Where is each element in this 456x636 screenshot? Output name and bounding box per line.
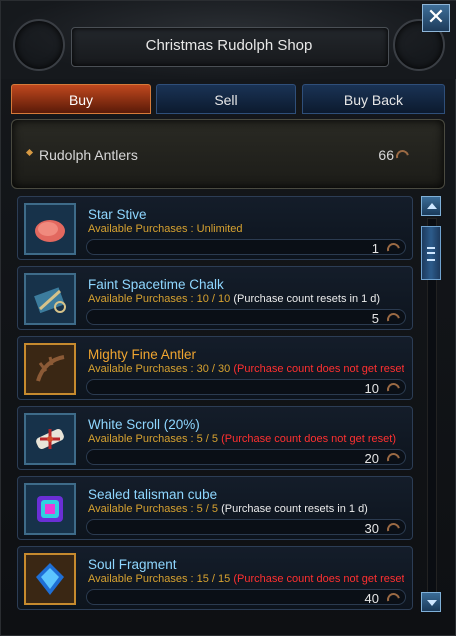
title-bar: Christmas Rudolph Shop ✕ — [1, 1, 456, 79]
item-name: Mighty Fine Antler — [88, 347, 197, 362]
price-bar: 30 — [86, 519, 406, 536]
item-price: 10 — [364, 381, 379, 396]
item-availability: Available Purchases : 15 / 15 (Purchase … — [88, 573, 404, 585]
scroll-down-button[interactable] — [421, 592, 441, 612]
shop-item[interactable]: White Scroll (20%) Available Purchases :… — [17, 406, 413, 470]
item-price: 20 — [364, 451, 379, 466]
currency-count: 66 — [378, 147, 394, 163]
window-title: Christmas Rudolph Shop — [145, 37, 313, 54]
shop-window: Christmas Rudolph Shop ✕ Buy Sell Buy Ba… — [0, 0, 456, 636]
price-bar: 40 — [86, 589, 406, 606]
item-name: Star Stive — [88, 207, 147, 222]
scroll-icon — [24, 413, 76, 465]
antler-icon — [386, 451, 399, 464]
tab-buy[interactable]: Buy — [11, 84, 151, 114]
currency-panel: Rudolph Antlers 66 — [11, 119, 445, 189]
item-price: 40 — [364, 591, 379, 606]
star-stive-icon — [24, 203, 76, 255]
price-bar: 10 — [86, 379, 406, 396]
item-availability: Available Purchases : 5 / 5 (Purchase co… — [88, 433, 396, 445]
price-bar: 1 — [86, 239, 406, 256]
shop-item[interactable]: Star Stive Available Purchases : Unlimit… — [17, 196, 413, 260]
close-button[interactable]: ✕ — [422, 4, 450, 32]
item-availability: Available Purchases : Unlimited — [88, 223, 243, 235]
tab-sell[interactable]: Sell — [156, 84, 296, 114]
bullet-icon — [25, 148, 34, 157]
antler-icon — [386, 521, 399, 534]
shop-item[interactable]: Faint Spacetime Chalk Available Purchase… — [17, 266, 413, 330]
item-price: 1 — [371, 241, 379, 256]
scroll-up-button[interactable] — [421, 196, 441, 216]
item-price: 5 — [371, 311, 379, 326]
scrollbar[interactable] — [421, 196, 441, 614]
item-availability: Available Purchases : 30 / 30 (Purchase … — [88, 363, 404, 375]
price-bar: 20 — [86, 449, 406, 466]
item-availability: Available Purchases : 10 / 10 (Purchase … — [88, 293, 381, 305]
antler-icon — [386, 591, 399, 604]
item-price: 30 — [364, 521, 379, 536]
price-bar: 5 — [86, 309, 406, 326]
item-name: White Scroll (20%) — [88, 417, 200, 432]
chalk-icon — [24, 273, 76, 325]
antler-icon — [386, 241, 399, 254]
currency-name: Rudolph Antlers — [39, 147, 138, 163]
antler-icon — [395, 148, 408, 161]
tab-buy-back[interactable]: Buy Back — [302, 84, 445, 114]
talisman-cube-icon — [24, 483, 76, 535]
shop-item[interactable]: Mighty Fine Antler Available Purchases :… — [17, 336, 413, 400]
item-availability: Available Purchases : 5 / 5 (Purchase co… — [88, 503, 368, 515]
shop-item-list: Star Stive Available Purchases : Unlimit… — [17, 196, 415, 616]
close-icon: ✕ — [426, 4, 446, 29]
scroll-thumb[interactable] — [421, 226, 441, 280]
antler-icon — [386, 311, 399, 324]
shop-item[interactable]: Sealed talisman cube Available Purchases… — [17, 476, 413, 540]
item-name: Sealed talisman cube — [88, 487, 218, 502]
soul-fragment-icon — [24, 553, 76, 605]
item-name: Faint Spacetime Chalk — [88, 277, 224, 292]
antler-item-icon — [24, 343, 76, 395]
shop-item[interactable]: Soul Fragment Available Purchases : 15 /… — [17, 546, 413, 610]
antler-icon — [386, 381, 399, 394]
item-name: Soul Fragment — [88, 557, 177, 572]
